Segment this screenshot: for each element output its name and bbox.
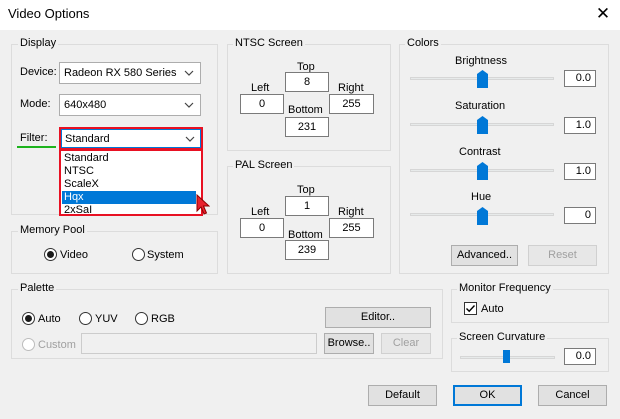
display-group-label: Display	[18, 37, 59, 49]
chevron-down-icon	[185, 136, 195, 142]
ntsc-group-label: NTSC Screen	[233, 37, 305, 49]
palette-yuv-label: YUV	[95, 313, 118, 325]
default-button[interactable]: Default	[368, 385, 437, 406]
hue-slider-thumb[interactable]	[476, 207, 488, 225]
palette-rgb-radio[interactable]	[135, 312, 148, 325]
window-title: Video Options	[8, 6, 90, 21]
monitor-auto-label: Auto	[481, 303, 504, 315]
brightness-slider-thumb[interactable]	[476, 70, 488, 88]
pal-top-input[interactable]: 1	[285, 196, 329, 216]
cancel-button[interactable]: Cancel	[538, 385, 607, 406]
ntsc-left-label: Left	[251, 82, 270, 94]
filter-label: Filter:	[20, 132, 48, 144]
reset-button[interactable]: Reset	[528, 245, 597, 266]
pal-group-label: PAL Screen	[233, 159, 295, 171]
device-label: Device:	[20, 66, 57, 78]
palette-auto-label: Auto	[38, 313, 61, 325]
pal-bottom-input[interactable]: 239	[285, 240, 329, 260]
filter-select[interactable]: Standard	[59, 127, 203, 150]
brightness-label: Brightness	[455, 55, 507, 67]
hue-value[interactable]: 0	[564, 207, 596, 224]
pal-left-label: Left	[251, 206, 270, 218]
filter-option[interactable]: Standard	[62, 152, 196, 165]
brightness-value[interactable]: 0.0	[564, 70, 596, 87]
screen-curvature-value[interactable]: 0.0	[564, 348, 596, 365]
pal-top-label: Top	[297, 184, 315, 196]
contrast-value[interactable]: 1.0	[564, 163, 596, 180]
memory-pool-group-label: Memory Pool	[18, 224, 87, 236]
palette-browse-button[interactable]: Browse..	[324, 333, 374, 354]
palette-yuv-radio[interactable]	[79, 312, 92, 325]
pal-left-input[interactable]: 0	[240, 218, 284, 238]
ntsc-bottom-label: Bottom	[288, 104, 323, 116]
mode-label: Mode:	[20, 98, 51, 110]
monitor-auto-checkbox[interactable]	[464, 302, 477, 315]
memory-video-label: Video	[60, 249, 88, 261]
device-value: Radeon RX 580 Series	[64, 67, 177, 79]
palette-editor-button[interactable]: Editor..	[325, 307, 431, 328]
filter-option[interactable]: NTSC	[62, 165, 196, 178]
ntsc-right-label: Right	[338, 82, 364, 94]
memory-system-radio[interactable]	[132, 248, 145, 261]
mouse-cursor-icon	[196, 194, 210, 215]
memory-system-label: System	[147, 249, 184, 261]
filter-dropdown-list: Standard NTSC ScaleX Hqx 2xSaI	[59, 149, 203, 216]
memory-video-radio[interactable]	[44, 248, 57, 261]
screen-curvature-slider-thumb[interactable]	[503, 350, 510, 363]
advanced-button[interactable]: Advanced..	[451, 245, 518, 266]
ntsc-right-input[interactable]: 255	[329, 94, 374, 114]
chevron-down-icon	[184, 70, 194, 76]
saturation-value[interactable]: 1.0	[564, 117, 596, 134]
saturation-slider-thumb[interactable]	[476, 116, 488, 134]
filter-option-highlighted[interactable]: Hqx	[62, 191, 196, 204]
palette-custom-radio[interactable]	[22, 338, 35, 351]
memory-pool-group	[11, 231, 218, 274]
mode-select[interactable]: 640x480	[59, 94, 201, 116]
chevron-down-icon	[184, 102, 194, 108]
ntsc-bottom-input[interactable]: 231	[285, 117, 329, 137]
contrast-slider-thumb[interactable]	[476, 162, 488, 180]
pal-right-label: Right	[338, 206, 364, 218]
filter-option[interactable]: 2xSaI	[62, 204, 196, 217]
palette-auto-radio[interactable]	[22, 312, 35, 325]
title-bar	[0, 0, 620, 30]
palette-rgb-label: RGB	[151, 313, 175, 325]
screen-curvature-group-label: Screen Curvature	[457, 331, 548, 343]
contrast-label: Contrast	[459, 146, 501, 158]
palette-custom-label: Custom	[38, 339, 76, 351]
close-icon[interactable]: ✕	[593, 4, 613, 24]
saturation-label: Saturation	[455, 100, 506, 112]
palette-clear-button[interactable]: Clear	[381, 333, 431, 354]
device-select[interactable]: Radeon RX 580 Series	[59, 62, 201, 84]
ntsc-top-input[interactable]: 8	[285, 72, 329, 92]
palette-custom-path-input[interactable]	[81, 333, 317, 354]
palette-group-label: Palette	[18, 282, 57, 294]
filter-option[interactable]: ScaleX	[62, 178, 196, 191]
ntsc-left-input[interactable]: 0	[240, 94, 284, 114]
checkmark-icon	[466, 305, 476, 313]
mode-value: 640x480	[64, 99, 107, 111]
filter-value: Standard	[65, 133, 110, 145]
hue-label: Hue	[471, 191, 492, 203]
filter-label-underline	[17, 146, 56, 148]
ok-button[interactable]: OK	[453, 385, 522, 406]
monitor-frequency-group-label: Monitor Frequency	[457, 282, 553, 294]
pal-right-input[interactable]: 255	[329, 218, 374, 238]
colors-group-label: Colors	[405, 37, 441, 49]
